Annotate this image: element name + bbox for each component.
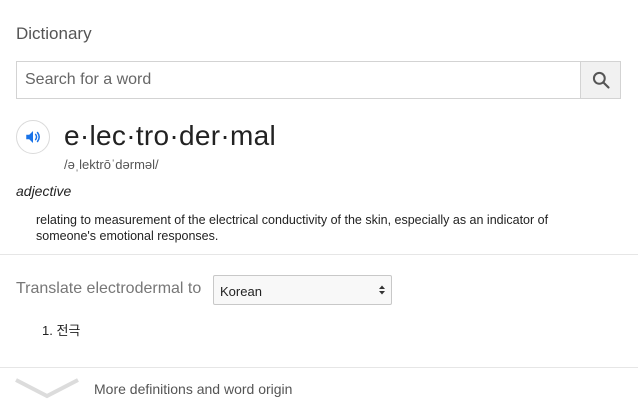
chevron-down-icon: [15, 378, 79, 399]
headword: e·lec·tro·der·mal: [64, 120, 277, 151]
search-box: [16, 61, 621, 99]
select-arrows-icon: [379, 285, 385, 295]
search-button[interactable]: [580, 62, 620, 98]
pronounce-button[interactable]: [16, 120, 50, 154]
search-icon: [592, 71, 610, 89]
definition-text: relating to measurement of the electrica…: [36, 213, 549, 243]
translation-result: 1. 전극: [42, 323, 81, 338]
panel-title: Dictionary: [16, 24, 92, 43]
more-definitions-label: More definitions and word origin: [94, 381, 293, 397]
speaker-icon: [26, 131, 40, 143]
language-select-value: Korean: [220, 284, 262, 299]
translate-label: Translate electrodermal to: [16, 280, 202, 297]
part-of-speech: adjective: [16, 183, 72, 199]
phonetic-spelling: /əˌlektrōˈdərməl/: [64, 157, 159, 172]
more-definitions-button[interactable]: More definitions and word origin: [0, 368, 638, 408]
section-divider: [0, 254, 638, 255]
dictionary-card: Dictionary e·lec·tro·der·mal /əˌlektrōˈd…: [0, 0, 638, 408]
language-select[interactable]: Korean: [213, 275, 392, 305]
search-input[interactable]: [17, 62, 581, 98]
